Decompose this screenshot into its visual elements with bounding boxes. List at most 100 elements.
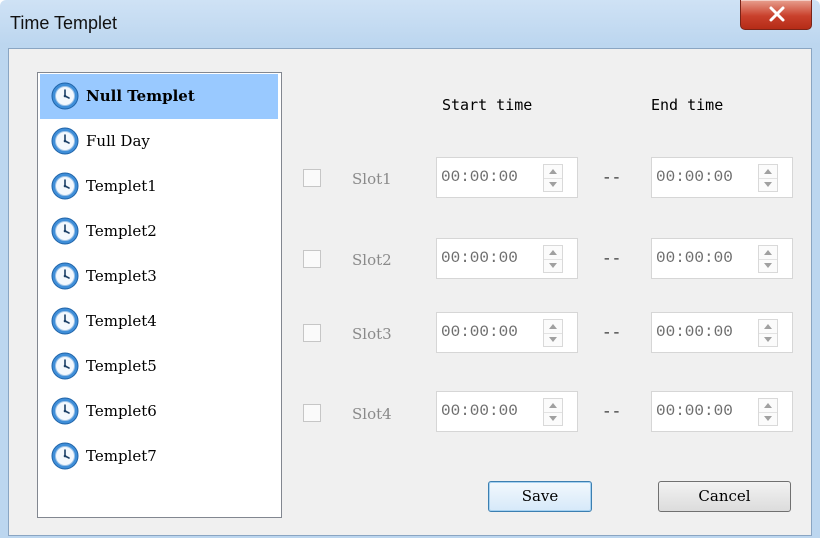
arrow-up-icon (549, 403, 557, 408)
arrow-up-icon (764, 169, 772, 174)
spin-up-button[interactable] (759, 165, 777, 179)
template-list[interactable]: Null Templet Full Day Templet1 Templet2 … (37, 72, 282, 518)
arrow-up-icon (549, 250, 557, 255)
clock-icon (51, 397, 79, 425)
slot3-end-spinner[interactable] (758, 319, 778, 347)
spin-up-button[interactable] (544, 399, 562, 413)
slot1-start-time-input[interactable]: 00:00:00 (436, 157, 578, 198)
template-item-label: Templet2 (86, 222, 157, 240)
spin-down-button[interactable] (544, 333, 562, 346)
slot4-end-spinner[interactable] (758, 398, 778, 426)
template-item-templet2[interactable]: Templet2 (40, 209, 278, 254)
close-button[interactable] (740, 0, 812, 30)
close-icon (769, 6, 785, 22)
slot4-end-time-input[interactable]: 00:00:00 (651, 391, 793, 432)
slot4-label: Slot4 (352, 405, 392, 423)
slot3-start-time-input[interactable]: 00:00:00 (436, 312, 578, 353)
slot1-end-spinner[interactable] (758, 164, 778, 192)
template-item-label: Templet7 (86, 447, 157, 465)
template-item-label: Full Day (86, 132, 150, 150)
slot1-end-time-input[interactable]: 00:00:00 (651, 157, 793, 198)
spin-up-button[interactable] (544, 320, 562, 334)
slot1-start-spinner[interactable] (543, 164, 563, 192)
slot3-separator: -- (602, 324, 622, 342)
spin-down-button[interactable] (544, 259, 562, 272)
slot4-separator: -- (602, 403, 622, 421)
slot3-end-time-input[interactable]: 00:00:00 (651, 312, 793, 353)
clock-icon (51, 82, 79, 110)
slot4-start-time-input[interactable]: 00:00:00 (436, 391, 578, 432)
arrow-up-icon (764, 324, 772, 329)
spin-down-button[interactable] (544, 178, 562, 191)
arrow-down-icon (764, 263, 772, 268)
arrow-down-icon (549, 416, 557, 421)
window-title: Time Templet (10, 13, 118, 33)
template-item-templet5[interactable]: Templet5 (40, 344, 278, 389)
arrow-up-icon (764, 250, 772, 255)
spin-down-button[interactable] (759, 412, 777, 425)
arrow-down-icon (764, 416, 772, 421)
slot1-label: Slot1 (352, 170, 392, 188)
clock-icon (51, 172, 79, 200)
spin-down-button[interactable] (759, 178, 777, 191)
slot2-label: Slot2 (352, 251, 392, 269)
spin-down-button[interactable] (759, 333, 777, 346)
template-item-label: Templet6 (86, 402, 157, 420)
spin-up-button[interactable] (544, 246, 562, 260)
arrow-down-icon (549, 337, 557, 342)
slot1-start-time-value: 00:00:00 (441, 168, 518, 186)
end-time-header: End time (651, 96, 724, 114)
dialog-body: Null Templet Full Day Templet1 Templet2 … (8, 48, 812, 536)
save-button[interactable]: Save (488, 481, 592, 512)
arrow-down-icon (764, 182, 772, 187)
clock-icon (51, 217, 79, 245)
template-item-templet6[interactable]: Templet6 (40, 389, 278, 434)
clock-icon (51, 127, 79, 155)
template-item-templet7[interactable]: Templet7 (40, 434, 278, 479)
slot4-checkbox[interactable] (303, 404, 321, 422)
title-bar[interactable]: Time Templet (0, 0, 820, 48)
clock-icon (51, 307, 79, 335)
slot2-start-time-value: 00:00:00 (441, 249, 518, 267)
slot3-label: Slot3 (352, 325, 392, 343)
template-item-label: Null Templet (86, 87, 195, 105)
clock-icon (51, 442, 79, 470)
clock-icon (51, 352, 79, 380)
slot1-checkbox[interactable] (303, 169, 321, 187)
arrow-down-icon (764, 337, 772, 342)
spin-down-button[interactable] (544, 412, 562, 425)
slot4-start-time-value: 00:00:00 (441, 402, 518, 420)
template-item-templet1[interactable]: Templet1 (40, 164, 278, 209)
slot2-separator: -- (602, 250, 622, 268)
template-item-templet3[interactable]: Templet3 (40, 254, 278, 299)
template-item-label: Templet3 (86, 267, 157, 285)
slot3-start-spinner[interactable] (543, 319, 563, 347)
slot4-start-spinner[interactable] (543, 398, 563, 426)
start-time-header: Start time (442, 96, 533, 114)
clock-icon (51, 262, 79, 290)
arrow-up-icon (549, 169, 557, 174)
arrow-down-icon (549, 263, 557, 268)
slot2-end-spinner[interactable] (758, 245, 778, 273)
arrow-up-icon (549, 324, 557, 329)
slot2-start-spinner[interactable] (543, 245, 563, 273)
template-item-null-templet[interactable]: Null Templet (40, 74, 278, 119)
template-item-full-day[interactable]: Full Day (40, 119, 278, 164)
spin-up-button[interactable] (759, 246, 777, 260)
time-templet-dialog: Time Templet Null Templet Full Day Templ… (0, 0, 820, 538)
slot3-start-time-value: 00:00:00 (441, 323, 518, 341)
arrow-up-icon (764, 403, 772, 408)
spin-up-button[interactable] (759, 320, 777, 334)
slot1-separator: -- (602, 169, 622, 187)
slot3-checkbox[interactable] (303, 324, 321, 342)
slot2-end-time-input[interactable]: 00:00:00 (651, 238, 793, 279)
template-item-templet4[interactable]: Templet4 (40, 299, 278, 344)
slot2-checkbox[interactable] (303, 250, 321, 268)
spin-up-button[interactable] (759, 399, 777, 413)
slot2-start-time-input[interactable]: 00:00:00 (436, 238, 578, 279)
spin-up-button[interactable] (544, 165, 562, 179)
spin-down-button[interactable] (759, 259, 777, 272)
cancel-button[interactable]: Cancel (658, 481, 791, 512)
template-item-label: Templet4 (86, 312, 157, 330)
template-item-label: Templet5 (86, 357, 157, 375)
